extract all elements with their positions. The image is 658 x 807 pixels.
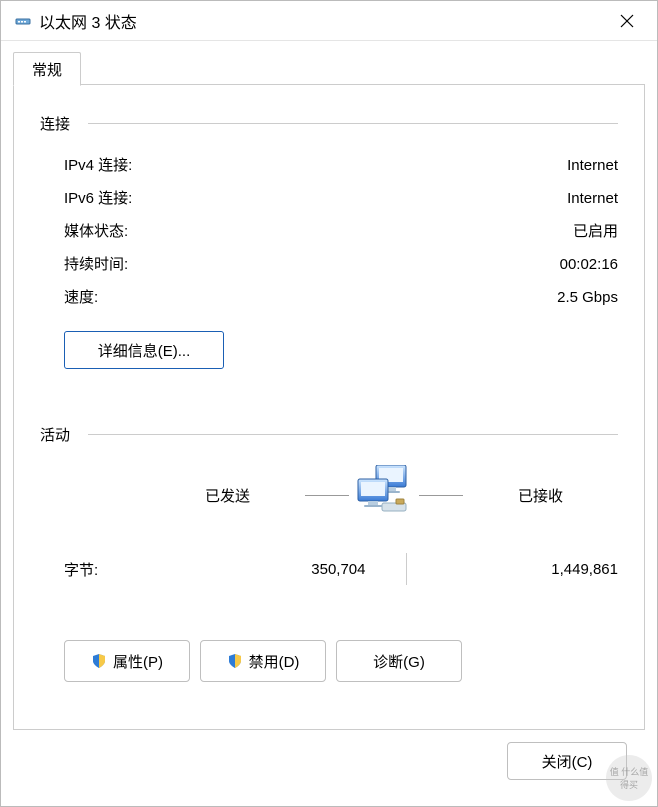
value-ipv4: Internet [567, 157, 618, 174]
disable-button[interactable]: 禁用(D) [200, 640, 326, 682]
details-button[interactable]: 详细信息(E)... [64, 331, 224, 369]
value-speed: 2.5 Gbps [557, 289, 618, 306]
activity-row: 已发送 [40, 465, 618, 525]
row-ipv6: IPv6 连接: Internet [40, 181, 618, 214]
row-speed: 速度: 2.5 Gbps [40, 280, 618, 313]
disable-button-label: 禁用(D) [249, 651, 300, 672]
tab-general[interactable]: 常规 [13, 52, 81, 86]
diagnose-button[interactable]: 诊断(G) [336, 640, 462, 682]
row-duration: 持续时间: 00:02:16 [40, 247, 618, 280]
group-activity-header: 活动 [40, 424, 618, 445]
dialog-footer: 关闭(C) [13, 730, 645, 794]
activity-recv-label: 已接收 [463, 485, 618, 506]
label-media: 媒体状态: [64, 220, 573, 241]
titlebar: 以太网 3 状态 [1, 1, 657, 41]
window-close-button[interactable] [605, 5, 649, 37]
tabstrip: 常规 [13, 51, 645, 85]
shield-icon [91, 653, 107, 669]
divider [88, 123, 618, 124]
divider [305, 495, 349, 496]
activity-sent-label: 已发送 [150, 485, 305, 506]
value-duration: 00:02:16 [560, 256, 618, 273]
bytes-row: 字节: 350,704 1,449,861 [40, 553, 618, 585]
shield-icon [227, 653, 243, 669]
row-ipv4: IPv4 连接: Internet [40, 148, 618, 181]
row-media: 媒体状态: 已启用 [40, 214, 618, 247]
bytes-label: 字节: [64, 559, 154, 580]
window-title: 以太网 3 状态 [39, 9, 605, 33]
group-activity-label: 活动 [40, 424, 70, 445]
divider [419, 495, 463, 496]
divider [88, 434, 618, 435]
action-buttons: 属性(P) 禁用(D) 诊断(G) [40, 640, 618, 682]
value-ipv6: Internet [567, 190, 618, 207]
label-ipv4: IPv4 连接: [64, 154, 567, 175]
group-connection-header: 连接 [40, 113, 618, 134]
properties-button[interactable]: 属性(P) [64, 640, 190, 682]
close-icon [620, 14, 634, 28]
ethernet-status-dialog: 以太网 3 状态 常规 连接 IPv4 连接: Internet IPv6 连接… [0, 0, 658, 807]
value-media: 已启用 [573, 220, 618, 241]
bytes-recv-value: 1,449,861 [407, 561, 619, 578]
network-computers-icon [349, 465, 419, 525]
network-adapter-icon [15, 13, 31, 29]
diagnose-button-label: 诊断(G) [373, 651, 425, 672]
bytes-sent-value: 350,704 [154, 561, 406, 578]
label-ipv6: IPv6 连接: [64, 187, 567, 208]
label-speed: 速度: [64, 286, 557, 307]
tab-panel-general: 连接 IPv4 连接: Internet IPv6 连接: Internet 媒… [13, 84, 645, 730]
properties-button-label: 属性(P) [113, 651, 163, 672]
label-duration: 持续时间: [64, 253, 560, 274]
group-connection-label: 连接 [40, 113, 70, 134]
dialog-body: 常规 连接 IPv4 连接: Internet IPv6 连接: Interne… [1, 41, 657, 806]
close-button[interactable]: 关闭(C) [507, 742, 627, 780]
